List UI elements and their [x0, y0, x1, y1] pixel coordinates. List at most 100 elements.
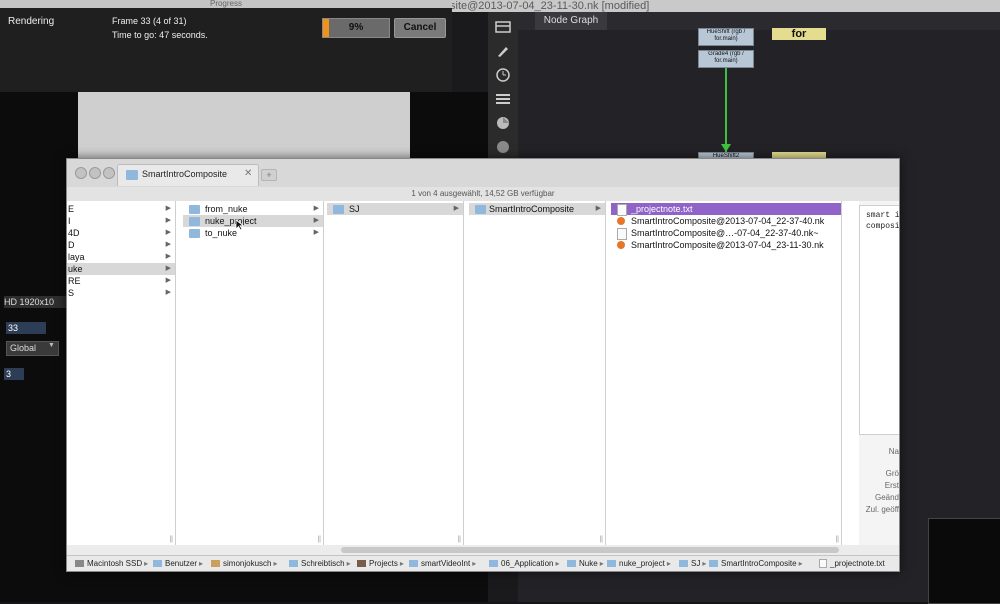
folder-icon	[709, 560, 718, 568]
folder-icon	[475, 205, 486, 214]
increment-field[interactable]: 3	[4, 368, 24, 380]
progress-bar: 9%	[322, 18, 390, 38]
list-item[interactable]: S ▶	[67, 287, 175, 299]
breadcrumb[interactable]: smartVideoInt ▸	[409, 559, 478, 568]
breadcrumb[interactable]: SmartIntroComposite ▸	[709, 559, 805, 568]
folder-icon	[607, 560, 616, 568]
tab-node-graph[interactable]: Node Graph	[535, 12, 607, 30]
chevron-right-icon: ▶	[165, 289, 171, 296]
disk-icon	[75, 560, 84, 568]
list-item[interactable]: I ▶	[67, 215, 175, 227]
list-item[interactable]: 4D ▶	[67, 227, 175, 239]
chevron-right-icon: ▶	[165, 241, 171, 248]
list-item[interactable]: RE ▶	[67, 275, 175, 287]
column-resize-handle[interactable]: ||	[599, 536, 603, 543]
list-icon[interactable]	[495, 92, 511, 106]
list-item[interactable]: SmartIntroComposite@2013-07-04_23-11-30.…	[611, 239, 841, 251]
list-item-selected[interactable]: nuke_project ▶	[183, 215, 323, 227]
list-item[interactable]: to_nuke ▶	[183, 227, 323, 239]
circle-icon[interactable]	[495, 140, 511, 154]
meta-label: Grö	[885, 469, 899, 478]
breadcrumb[interactable]: Benutzer ▸	[153, 559, 205, 568]
folder-icon	[489, 560, 498, 568]
nuke-file-icon	[617, 217, 625, 225]
chevron-right-icon: ▶	[313, 205, 319, 212]
breadcrumb[interactable]: Projects ▸	[357, 559, 406, 568]
sphere-icon[interactable]	[495, 116, 511, 130]
close-icon[interactable]: ✕	[244, 168, 252, 179]
progress-percent: 9%	[348, 22, 364, 33]
breadcrumb[interactable]: Macintosh SSD ▸	[75, 559, 150, 568]
zoom-window-button[interactable]	[103, 167, 115, 179]
clock-icon[interactable]	[495, 68, 511, 82]
list-item[interactable]: E ▶	[67, 203, 175, 215]
list-item[interactable]: SmartIntroComposite@2013-07-04_22-37-40.…	[611, 215, 841, 227]
breadcrumb[interactable]: simonjokusch ▸	[211, 559, 279, 568]
progress-status: Rendering	[8, 16, 55, 27]
column-1: from_nuke ▶ nuke_project ▶ to_nuke ▶ ||	[183, 201, 324, 545]
chevron-right-icon: ▶	[313, 229, 319, 236]
cancel-button[interactable]: Cancel	[394, 18, 446, 38]
breadcrumb[interactable]: SJ ▸	[679, 559, 708, 568]
node-for-label[interactable]: for	[772, 28, 826, 40]
column-resize-handle[interactable]: ||	[169, 536, 173, 543]
viewer-image	[78, 92, 410, 162]
nuke-file-icon	[617, 241, 625, 249]
finder-status: 1 von 4 ausgewählt, 14,52 GB verfügbar	[67, 187, 899, 202]
chevron-down-icon: ▼	[48, 342, 55, 349]
horizontal-scrollbar[interactable]	[341, 547, 839, 553]
breadcrumb[interactable]: nuke_project ▸	[607, 559, 673, 568]
folder-icon	[333, 205, 344, 214]
finder-tab-title: SmartIntroComposite	[142, 169, 228, 179]
chevron-right-icon: ▶	[453, 205, 459, 212]
home-icon	[211, 560, 220, 568]
meta-label: Geänd	[874, 493, 899, 502]
progress-time: Time to go: 47 seconds.	[112, 30, 208, 40]
column-4: _projectnote.txt SmartIntroComposite@201…	[611, 201, 842, 545]
column-resize-handle[interactable]: ||	[457, 536, 461, 543]
panel-icon[interactable]	[495, 20, 511, 34]
preview-box: smart in composit	[859, 205, 899, 435]
chevron-right-icon: ▶	[165, 265, 171, 272]
breadcrumb[interactable]: _projectnote.txt	[819, 559, 885, 569]
list-item[interactable]: laya ▶	[67, 251, 175, 263]
minimize-window-button[interactable]	[89, 167, 101, 179]
column-resize-handle[interactable]: ||	[835, 536, 839, 543]
list-item-selected[interactable]: SmartIntroComposite ▶	[469, 203, 605, 215]
folder-icon	[189, 229, 200, 238]
format-field[interactable]: HD 1920x10	[4, 296, 66, 308]
frame-field[interactable]: 33	[6, 322, 46, 334]
folder-icon	[409, 560, 418, 568]
finder-tab[interactable]: SmartIntroComposite ✕	[117, 164, 259, 186]
breadcrumb[interactable]: Nuke ▸	[567, 559, 606, 568]
list-item[interactable]: D ▶	[67, 239, 175, 251]
finder-columns: E ▶ I ▶ 4D ▶ D ▶ laya ▶ uke ▶ RE ▶ S ▶ || from_n…	[67, 201, 899, 545]
breadcrumb[interactable]: Schreibtisch ▸	[289, 559, 353, 568]
progress-frame: Frame 33 (4 of 31)	[112, 16, 187, 26]
list-item-selected[interactable]: SJ ▶	[327, 203, 463, 215]
list-item-highlighted[interactable]: _projectnote.txt	[611, 203, 841, 216]
folder-icon	[126, 170, 138, 180]
column-resize-handle[interactable]: ||	[317, 536, 321, 543]
node-graph-minimap[interactable]	[928, 518, 1000, 604]
close-window-button[interactable]	[75, 167, 87, 179]
node-grade4[interactable]: Grade4 (rgb / for.main)	[698, 50, 754, 68]
new-tab-button[interactable]: +	[261, 169, 277, 181]
projects-icon	[357, 560, 366, 568]
breadcrumb[interactable]: 06_Application ▸	[489, 559, 562, 568]
folder-icon	[189, 217, 200, 226]
folder-icon	[567, 560, 576, 568]
nuke-window-title: site@2013-07-04_23-11-30.nk [modified]	[450, 0, 1000, 12]
pen-icon[interactable]	[495, 44, 511, 58]
chevron-right-icon: ▶	[165, 277, 171, 284]
column-0: E ▶ I ▶ 4D ▶ D ▶ laya ▶ uke ▶ RE ▶ S ▶ ||	[67, 201, 176, 545]
chevron-right-icon: ▶	[165, 205, 171, 212]
progress-title: Progress	[0, 0, 452, 8]
chevron-right-icon: ▶	[595, 205, 601, 212]
list-item-selected[interactable]: uke ▶	[67, 263, 175, 275]
list-item[interactable]: from_nuke ▶	[183, 203, 323, 215]
list-item[interactable]: SmartIntroComposite@…-07-04_22-37-40.nk~	[611, 227, 841, 240]
folder-icon	[153, 560, 162, 568]
node-hueshift[interactable]: HueShift (rgb / for.main)	[698, 28, 754, 46]
folder-icon	[679, 560, 688, 568]
